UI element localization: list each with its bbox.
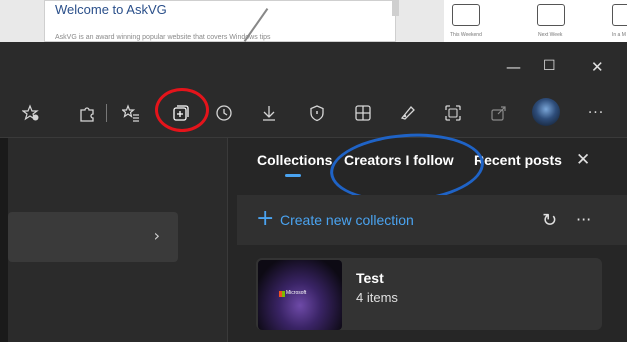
collection-name: Test (356, 270, 384, 286)
maximize-button[interactable]: ☐ (543, 58, 556, 74)
tab-collections[interactable]: Collections (257, 152, 332, 168)
refresh-icon[interactable]: ↻ (542, 210, 557, 231)
profile-avatar-icon[interactable] (532, 98, 560, 126)
minimize-button[interactable]: — (506, 58, 521, 76)
thumbnail-text: Microsoft (286, 290, 307, 296)
tile-row: This Weekend Next Week In a M (444, 0, 627, 42)
page-gutter (0, 138, 8, 342)
background-scrollbar (392, 0, 399, 16)
screenshot-root: Welcome to AskVG AskVG is an award winni… (0, 0, 627, 342)
close-window-button[interactable]: ✕ (591, 58, 604, 76)
left-list-item[interactable]: › (8, 212, 178, 262)
calendar-icon[interactable] (612, 4, 627, 26)
tile-label-in-a-m: In a M (612, 32, 626, 38)
microsoft-logo-icon (279, 291, 285, 297)
chevron-right-icon: › (153, 226, 160, 245)
sofa-icon[interactable] (452, 4, 480, 26)
tab-recent-posts[interactable]: Recent posts (474, 152, 562, 168)
plus-icon[interactable]: + (256, 206, 274, 231)
red-highlight-circle (155, 88, 209, 132)
title-bar (0, 42, 627, 90)
add-favorite-icon[interactable] (20, 102, 42, 124)
share-icon[interactable] (488, 102, 510, 124)
toolbar-separator (106, 104, 107, 122)
collections-more-button[interactable]: ··· (576, 210, 591, 229)
workspaces-icon[interactable] (352, 102, 374, 124)
favorites-icon[interactable] (120, 102, 142, 124)
welcome-card: Welcome to AskVG AskVG is an award winni… (44, 0, 396, 42)
downloads-icon[interactable] (258, 102, 280, 124)
briefcase-icon[interactable] (537, 4, 565, 26)
tile-label-this-weekend: This Weekend (450, 32, 482, 38)
create-new-collection-button[interactable]: Create new collection (280, 212, 414, 228)
screenshot-icon[interactable] (442, 102, 464, 124)
web-capture-icon[interactable] (397, 102, 419, 124)
history-icon[interactable] (213, 102, 235, 124)
welcome-card-title: Welcome to AskVG (55, 2, 167, 17)
browser-essentials-icon[interactable] (306, 102, 328, 124)
close-panel-button[interactable]: ✕ (576, 150, 590, 170)
welcome-card-body: AskVG is an award winning popular websit… (55, 34, 271, 41)
more-icon[interactable]: ··· (585, 102, 607, 124)
tile-label-next-week: Next Week (538, 32, 563, 38)
tab-selected-indicator (285, 174, 301, 177)
collection-item-count: 4 items (356, 290, 398, 305)
extensions-icon[interactable] (76, 102, 98, 124)
collection-thumbnail: Microsoft (258, 260, 342, 330)
